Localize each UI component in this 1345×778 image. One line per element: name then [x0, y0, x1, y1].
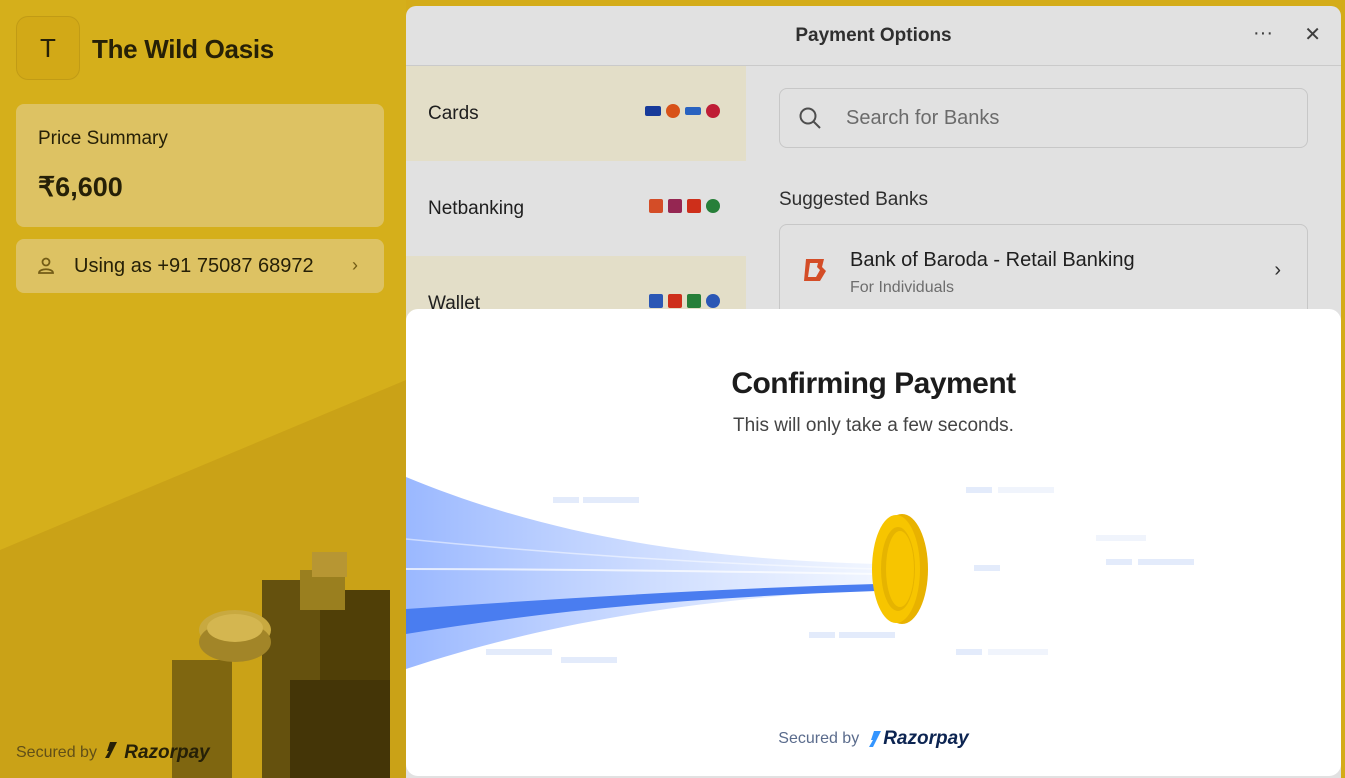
- chevron-right-icon: ›: [352, 255, 358, 275]
- maestro-logo: [706, 104, 720, 118]
- secured-by-label: Secured by: [16, 744, 97, 761]
- confirming-payment-sheet: Confirming Payment This will only take a…: [406, 309, 1341, 776]
- mobikwik-logo: [687, 294, 701, 308]
- close-button[interactable]: ✕: [1304, 22, 1321, 47]
- secured-by-footer: Secured by Razorpay: [406, 728, 1341, 750]
- price-amount: ₹6,600: [38, 172, 123, 202]
- rupay-logo: [685, 107, 701, 115]
- chevron-right-icon: ›: [1274, 259, 1281, 281]
- user-contact-button[interactable]: Using as +91 75087 68972 ›: [16, 239, 384, 293]
- bank-of-baroda-icon: [804, 259, 826, 281]
- razorpay-logo: Razorpay: [104, 742, 210, 764]
- user-contact-label: Using as +91 75087 68972: [74, 254, 314, 277]
- wallet-logo: [706, 294, 720, 308]
- suggested-banks-title: Suggested Banks: [779, 189, 928, 210]
- bank-logos: [649, 199, 720, 213]
- merchant-panel: T The Wild Oasis Price Summary ₹6,600 Us…: [0, 0, 406, 778]
- card-network-logos: [645, 104, 720, 118]
- bank-name: Bank of Baroda - Retail Banking: [850, 249, 1135, 271]
- merchant-avatar: T: [16, 16, 80, 80]
- confirm-subtitle: This will only take a few seconds.: [733, 415, 1014, 436]
- payment-processing-animation: [406, 477, 1194, 669]
- wallet-logos: [649, 294, 720, 308]
- method-label: Cards: [428, 102, 479, 124]
- razorpay-mark-icon: [869, 731, 882, 747]
- payment-options-title: Payment Options: [795, 24, 952, 46]
- axis-logo: [668, 199, 682, 213]
- secured-by-label: Secured by: [778, 730, 860, 747]
- merchant-name: The Wild Oasis: [92, 34, 274, 64]
- phonepe-logo: [649, 294, 663, 308]
- icici-logo: [706, 199, 720, 213]
- bank-search-input[interactable]: [846, 106, 1246, 130]
- price-summary-card: Price Summary ₹6,600: [16, 104, 384, 227]
- payment-options-header: Payment Options ··· ✕: [406, 6, 1341, 66]
- user-icon: [38, 257, 54, 274]
- merchant-illustration: [0, 380, 406, 778]
- method-label: Netbanking: [428, 197, 525, 219]
- more-options-button[interactable]: ···: [1253, 22, 1273, 45]
- price-summary-label: Price Summary: [38, 128, 168, 149]
- kotak-logo: [687, 199, 701, 213]
- razorpay-mark-icon: [104, 742, 117, 758]
- method-cards[interactable]: Cards: [406, 66, 746, 161]
- bank-search-box[interactable]: [779, 88, 1308, 148]
- bank-subtitle: For Individuals: [850, 279, 955, 296]
- mastercard-logo: [666, 104, 680, 118]
- visa-logo: [645, 106, 661, 116]
- confirm-title: Confirming Payment: [731, 367, 1016, 400]
- airtel-logo: [668, 294, 682, 308]
- method-netbanking[interactable]: Netbanking: [406, 161, 746, 256]
- bob-logo: [649, 199, 663, 213]
- razorpay-logo: Razorpay: [869, 728, 969, 750]
- razorpay-brand-text: Razorpay: [883, 728, 969, 749]
- razorpay-brand-text: Razorpay: [124, 742, 210, 763]
- coin-icon: [872, 514, 928, 624]
- search-icon: [799, 107, 821, 129]
- secured-by-footer: Secured by Razorpay: [16, 742, 210, 764]
